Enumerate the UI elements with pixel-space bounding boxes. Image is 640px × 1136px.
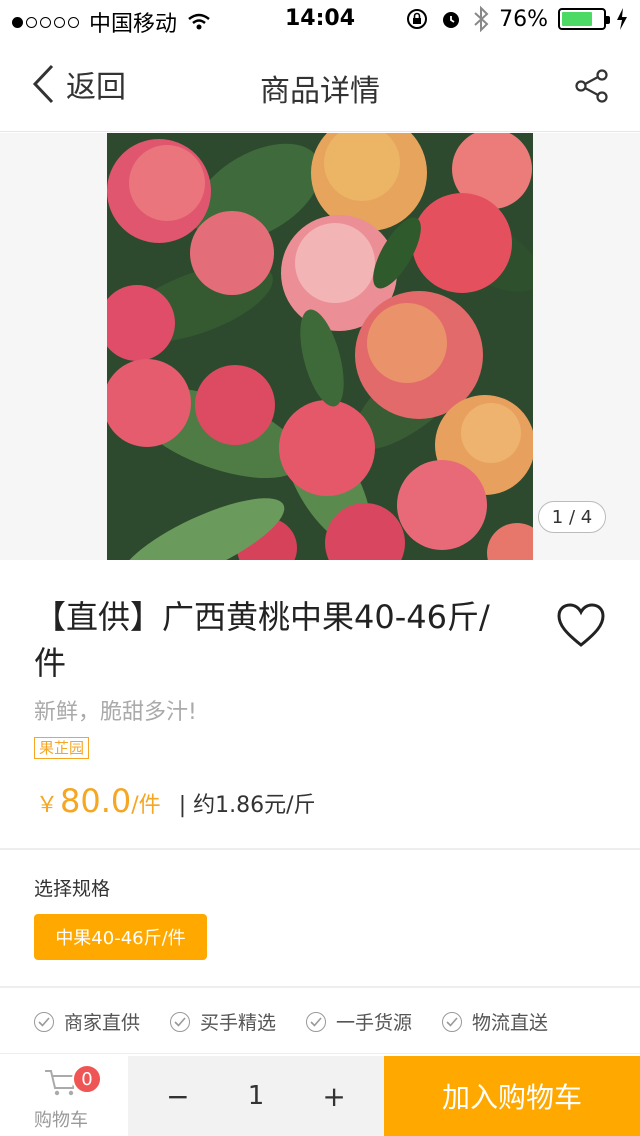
image-gallery[interactable]: 1 / 4 <box>0 133 640 560</box>
product-photo-art <box>107 133 533 560</box>
spec-section: 选择规格 中果40-46斤/件 <box>0 852 640 988</box>
product-photo[interactable] <box>107 133 533 560</box>
quantity-value[interactable]: 1 <box>248 1081 265 1111</box>
alarm-icon <box>443 12 460 28</box>
guarantee-label: 物流直送 <box>472 1012 549 1034</box>
product-title: 【直供】广西黄桃中果40-46斤/件 <box>34 598 490 682</box>
bottom-bar: 0 购物车 − 1 + 加入购物车 <box>0 1056 640 1136</box>
spec-option-button[interactable]: 中果40-46斤/件 <box>34 914 207 960</box>
product-info: 【直供】广西黄桃中果40-46斤/件 新鲜，脆甜多汁! 果芷园 ￥ 80.0 /… <box>0 560 640 850</box>
spec-label: 选择规格 <box>34 878 111 900</box>
check-circle-icon <box>34 1011 54 1032</box>
guarantees: 商家直供 买手精选 一手货源 物流直送 <box>0 990 640 1054</box>
status-bar: 中国移动 14:04 76% <box>0 0 640 40</box>
bluetooth-icon <box>474 6 489 32</box>
share-icon[interactable] <box>574 68 610 104</box>
price-row: ￥ 80.0 /件 | 约1.86元/斤 <box>36 782 316 820</box>
guarantee-label: 商家直供 <box>64 1012 141 1034</box>
nav-bar: 返回 商品详情 <box>0 40 640 132</box>
unit-price: | 约1.86元/斤 <box>178 793 316 818</box>
cart-count-badge: 0 <box>72 1064 102 1094</box>
check-circle-icon <box>306 1011 327 1032</box>
product-subtitle: 新鲜，脆甜多汁! <box>34 700 197 725</box>
battery-icon <box>558 8 610 30</box>
page-title: 商品详情 <box>260 74 380 109</box>
battery-fill <box>562 12 593 26</box>
price-unit: /件 <box>131 793 161 818</box>
guarantee-label: 一手货源 <box>336 1012 413 1034</box>
decrease-button[interactable]: − <box>148 1080 208 1113</box>
guarantee-item: 物流直送 <box>442 1008 548 1035</box>
status-right: 76% <box>405 6 628 32</box>
increase-button[interactable]: + <box>304 1080 364 1113</box>
check-circle-icon <box>170 1011 191 1032</box>
price-symbol: ￥ <box>36 793 59 818</box>
price-value: 80.0 <box>60 782 132 820</box>
guarantee-item: 一手货源 <box>306 1008 412 1035</box>
guarantee-label: 买手精选 <box>200 1012 277 1034</box>
heart-icon[interactable] <box>556 602 606 648</box>
charging-icon <box>617 8 627 30</box>
guarantee-item: 商家直供 <box>34 1008 140 1035</box>
image-pager: 1 / 4 <box>538 501 606 533</box>
battery-percent: 76% <box>499 6 548 32</box>
quantity-stepper: − 1 + <box>128 1056 384 1136</box>
cart-button[interactable]: 0 购物车 <box>0 1056 128 1136</box>
add-to-cart-button[interactable]: 加入购物车 <box>384 1056 640 1136</box>
guarantee-item: 买手精选 <box>170 1008 276 1035</box>
rotation-lock-icon <box>407 9 428 29</box>
check-circle-icon <box>442 1011 463 1032</box>
cart-label: 购物车 <box>34 1110 88 1131</box>
shop-badge[interactable]: 果芷园 <box>34 737 90 759</box>
